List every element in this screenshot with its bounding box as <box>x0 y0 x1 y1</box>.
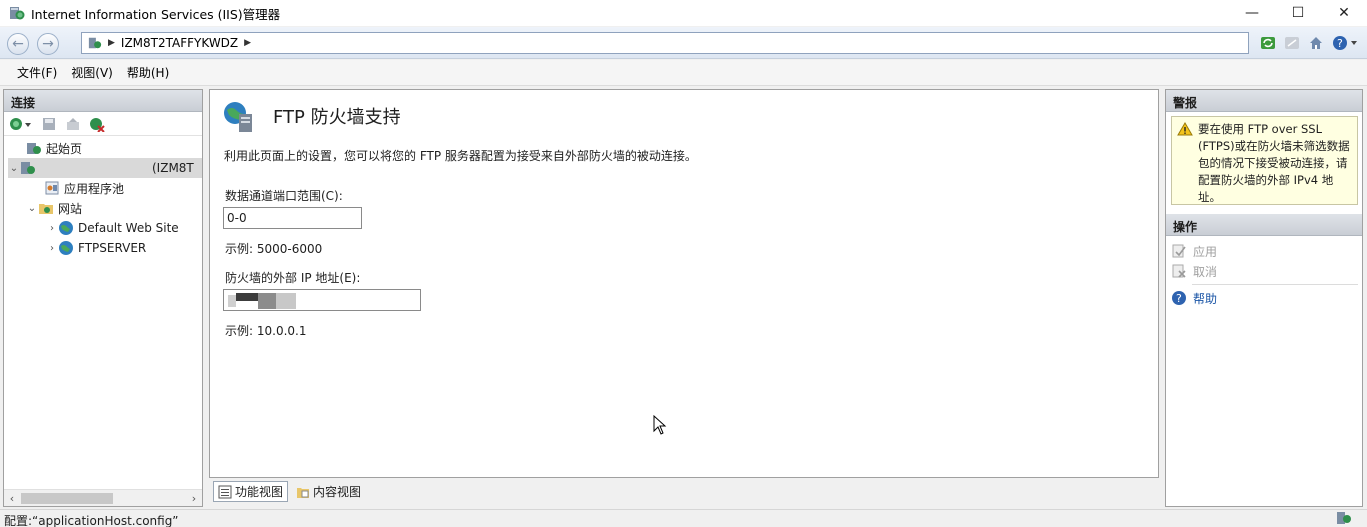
help-label: 帮助 <box>1193 291 1218 306</box>
port-range-input[interactable]: 0-0 <box>223 207 362 229</box>
breadcrumb-separator[interactable]: ▶ <box>244 38 251 48</box>
expand-icon[interactable]: › <box>46 243 58 254</box>
status-text: 配置:“applicationHost.config” <box>4 514 179 527</box>
actions-pane: 警报 要在使用 FTP over SSL (FTPS)或在防火墙未筛选数据包的情… <box>1165 89 1363 507</box>
external-ip-example: 示例: 10.0.0.1 <box>225 324 307 338</box>
port-range-label: 数据通道端口范围(C): <box>225 189 343 203</box>
divider <box>1192 284 1358 285</box>
tree-item-ftpserver[interactable]: › FTPSERVER <box>46 238 146 258</box>
cancel-icon <box>1171 263 1187 279</box>
redacted-text <box>258 293 276 309</box>
features-view-icon <box>218 485 232 498</box>
tab-features-view[interactable]: 功能视图 <box>213 481 289 502</box>
tab-content-view[interactable]: 内容视图 <box>292 481 365 502</box>
connection-status-icon <box>1337 512 1351 524</box>
refresh-icon[interactable] <box>1259 34 1277 52</box>
alert-message-box: 要在使用 FTP over SSL (FTPS)或在防火墙未筛选数据包的情况下接… <box>1171 116 1358 205</box>
tree-item-label: (IZM8T <box>152 161 194 175</box>
svg-text:?: ? <box>1337 37 1343 50</box>
menu-bar: 文件(F) 视图(V) 帮助(H) <box>0 60 1367 86</box>
breadcrumb-separator: ▶ <box>108 38 115 48</box>
sites-folder-icon <box>38 200 54 216</box>
help-action[interactable]: ? 帮助 <box>1166 288 1362 308</box>
menu-help[interactable]: 帮助(H) <box>120 64 176 81</box>
tree-item-label: 网站 <box>58 201 83 216</box>
tree-item-app-pools[interactable]: 应用程序池 <box>32 178 124 198</box>
minimize-button[interactable]: — <box>1229 0 1275 26</box>
globe-icon <box>58 240 74 256</box>
connections-header: 连接 <box>4 90 202 112</box>
expand-icon[interactable]: › <box>46 223 58 234</box>
page-title: FTP 防火墙支持 <box>273 107 401 128</box>
up-level-icon[interactable] <box>64 115 82 133</box>
tree-item-sites[interactable]: ⌄ 网站 <box>26 198 82 218</box>
connect-dropdown-icon[interactable] <box>8 115 34 133</box>
save-icon[interactable] <box>40 115 58 133</box>
alerts-header: 警报 <box>1166 90 1362 112</box>
port-range-example: 示例: 5000-6000 <box>225 242 323 256</box>
help-dropdown-icon[interactable]: ? <box>1331 34 1359 52</box>
disconnect-icon[interactable] <box>88 115 106 133</box>
ftp-firewall-icon <box>224 102 252 132</box>
warning-icon <box>1177 122 1193 136</box>
redacted-text <box>228 295 236 307</box>
apply-action[interactable]: 应用 <box>1166 241 1362 261</box>
tab-label: 功能视图 <box>235 485 284 499</box>
apply-label: 应用 <box>1193 244 1218 259</box>
window-title: Internet Information Services (IIS)管理器 <box>31 6 281 22</box>
iis-app-icon <box>10 7 25 20</box>
start-page-icon <box>26 140 42 156</box>
app-pool-icon <box>44 180 60 196</box>
actions-header: 操作 <box>1166 214 1362 236</box>
stop-icon[interactable] <box>1283 34 1301 52</box>
connections-toolbar <box>4 112 202 136</box>
back-button[interactable]: ← <box>7 33 29 55</box>
tree-item-label: 起始页 <box>46 141 83 156</box>
scroll-right-icon[interactable]: › <box>186 492 202 505</box>
address-breadcrumb[interactable]: ▶ IZM8T2TAFFYKWDZ ▶ <box>81 32 1249 54</box>
external-ip-label: 防火墙的外部 IP 地址(E): <box>225 271 361 285</box>
menu-view[interactable]: 视图(V) <box>64 64 120 81</box>
tree-item-label: 应用程序池 <box>64 181 125 196</box>
collapse-icon[interactable]: ⌄ <box>8 163 20 174</box>
collapse-icon[interactable]: ⌄ <box>26 203 38 214</box>
tree-item-server[interactable]: ⌄ (IZM8T <box>8 158 202 178</box>
maximize-button[interactable]: ☐ <box>1275 0 1321 26</box>
redacted-text <box>236 293 258 301</box>
redacted-text <box>276 293 296 309</box>
status-bar: 配置:“applicationHost.config” <box>0 509 1367 527</box>
apply-icon <box>1171 243 1187 259</box>
scrollbar-thumb[interactable] <box>21 493 113 504</box>
title-bar: Internet Information Services (IIS)管理器 —… <box>0 0 1367 26</box>
home-icon[interactable] <box>1307 34 1325 52</box>
cancel-action[interactable]: 取消 <box>1166 261 1362 281</box>
cancel-label: 取消 <box>1193 264 1218 279</box>
content-view-icon <box>297 487 310 498</box>
menu-file[interactable]: 文件(F) <box>10 64 64 81</box>
connections-panel: 连接 起始页 ⌄ (IZM8T 应用程序池 ⌄ 网站 › Default Web… <box>3 89 203 507</box>
page-description: 利用此页面上的设置，您可以将您的 FTP 服务器配置为接受来自外部防火墙的被动连… <box>224 149 697 163</box>
feature-page: FTP 防火墙支持 利用此页面上的设置，您可以将您的 FTP 服务器配置为接受来… <box>209 89 1159 478</box>
tree-item-label: Default Web Site <box>78 221 179 235</box>
server-icon <box>88 37 102 49</box>
breadcrumb-server[interactable]: IZM8T2TAFFYKWDZ <box>121 36 238 50</box>
tree-item-label: FTPSERVER <box>78 241 147 255</box>
alert-text: 要在使用 FTP over SSL (FTPS)或在防火墙未筛选数据包的情况下接… <box>1198 122 1350 204</box>
tree-item-start-page[interactable]: 起始页 <box>14 138 82 158</box>
address-toolbar: ← → ▶ IZM8T2TAFFYKWDZ ▶ ? <box>0 27 1367 59</box>
horizontal-scrollbar[interactable]: ‹ › <box>4 489 202 506</box>
help-icon: ? <box>1171 290 1187 306</box>
tree-item-default-web-site[interactable]: › Default Web Site <box>46 218 179 238</box>
scroll-left-icon[interactable]: ‹ <box>4 492 20 505</box>
mouse-cursor-icon <box>653 415 667 435</box>
svg-text:?: ? <box>1176 292 1182 305</box>
view-tabs: 功能视图 内容视图 <box>213 481 365 503</box>
forward-button[interactable]: → <box>37 33 59 55</box>
close-button[interactable]: ✕ <box>1321 0 1367 26</box>
server-icon <box>20 160 36 176</box>
globe-icon <box>58 220 74 236</box>
tab-label: 内容视图 <box>313 485 362 499</box>
